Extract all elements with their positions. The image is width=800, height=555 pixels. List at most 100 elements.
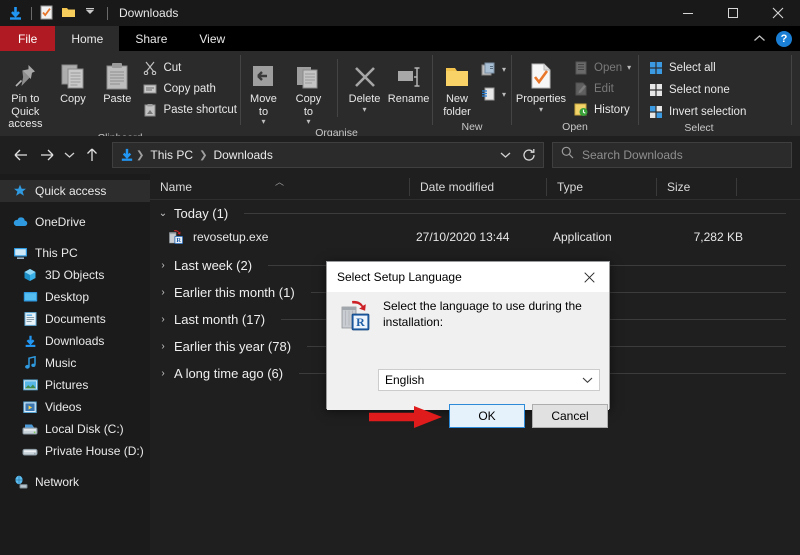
easy-access-chevron-down-icon[interactable]: ▾ <box>502 90 506 99</box>
new-folder-icon[interactable] <box>61 5 78 22</box>
sidebar-item-downloads[interactable]: Downloads <box>0 330 150 352</box>
ok-button[interactable]: OK <box>449 404 525 428</box>
close-button[interactable] <box>755 0 800 26</box>
pin-to-quick-access-button[interactable]: Pin to Quick access <box>0 55 51 131</box>
sidebar-label-this-pc: This PC <box>35 246 78 260</box>
address-history-chevron-down-icon[interactable] <box>493 143 517 167</box>
group-label-earlier-this-year: Earlier this year (78) <box>174 338 292 354</box>
delete-button[interactable]: Delete ▾ <box>344 55 385 114</box>
table-row[interactable]: R revosetup.exe 27/10/2020 13:44 Applica… <box>150 226 800 248</box>
chevron-right-icon[interactable]: › <box>158 260 168 271</box>
edit-button[interactable]: Edit <box>570 79 634 98</box>
paste-shortcut-button[interactable]: Paste shortcut <box>139 100 240 119</box>
ribbon-inner-divider <box>336 59 338 117</box>
tab-view[interactable]: View <box>183 26 241 51</box>
rename-button[interactable]: Rename <box>385 55 432 106</box>
dialog-close-button[interactable] <box>569 263 609 292</box>
new-folder-button[interactable]: New folder <box>433 55 481 118</box>
move-to-button[interactable]: Move to ▾ <box>241 55 286 126</box>
easy-access-button[interactable]: ▾ <box>481 85 506 104</box>
search-box[interactable]: Search Downloads <box>552 142 792 168</box>
chevron-down-icon[interactable]: ⌄ <box>158 208 168 219</box>
open-chevron-down-icon[interactable]: ▾ <box>627 63 631 72</box>
column-header-size[interactable]: Size <box>657 174 737 200</box>
tab-file[interactable]: File <box>0 26 56 51</box>
sidebar-item-desktop[interactable]: Desktop <box>0 286 150 308</box>
paste-shortcut-icon <box>142 102 158 118</box>
back-button[interactable] <box>8 142 34 168</box>
chevron-right-icon[interactable]: › <box>158 368 168 379</box>
select-all-button[interactable]: Select all <box>645 58 749 77</box>
search-icon <box>561 146 574 164</box>
properties-chevron-down-icon[interactable]: ▾ <box>539 105 543 114</box>
refresh-icon[interactable] <box>517 143 541 167</box>
sidebar-item-documents[interactable]: Documents <box>0 308 150 330</box>
customize-chevron-icon[interactable] <box>83 5 100 22</box>
sidebar-label-videos: Videos <box>45 400 82 414</box>
sidebar-item-music[interactable]: Music <box>0 352 150 374</box>
new-item-button[interactable]: ▾ <box>481 60 506 79</box>
sidebar-item-local-disk-c[interactable]: Local Disk (C:) <box>0 418 150 440</box>
edit-label: Edit <box>594 82 614 95</box>
tab-share[interactable]: Share <box>119 26 183 51</box>
search-input[interactable]: Search Downloads <box>582 148 683 162</box>
delete-chevron-down-icon[interactable]: ▾ <box>363 105 367 114</box>
sidebar-item-this-pc[interactable]: This PC <box>0 242 150 264</box>
copy-to-chevron-down-icon[interactable]: ▾ <box>306 118 310 126</box>
breadcrumb-downloads[interactable]: Downloads <box>208 148 277 162</box>
dialog-title-bar: Select Setup Language <box>327 262 609 292</box>
dialog-message: Select the language to use during the in… <box>383 299 582 329</box>
sidebar-item-pictures[interactable]: Pictures <box>0 374 150 396</box>
address-bar[interactable]: ❯ This PC ❯ Downloads <box>112 142 544 168</box>
download-icon[interactable] <box>7 5 24 22</box>
column-header-date-modified[interactable]: Date modified <box>410 174 547 200</box>
chevron-right-icon[interactable]: › <box>158 287 168 298</box>
copy-to-button[interactable]: Copy to ▾ <box>286 55 331 126</box>
move-to-chevron-down-icon[interactable]: ▾ <box>261 118 265 126</box>
language-select[interactable]: English <box>378 369 600 391</box>
paste-label: Paste <box>103 93 132 105</box>
maximize-button[interactable] <box>710 0 755 26</box>
up-button[interactable] <box>79 142 105 168</box>
open-button[interactable]: Open ▾ <box>570 58 634 77</box>
open-small-buttons: Open ▾ Edit History <box>570 55 634 119</box>
delete-x-icon <box>352 58 378 90</box>
chevron-right-icon[interactable]: › <box>158 314 168 325</box>
collapse-ribbon-icon[interactable] <box>753 30 766 48</box>
select-none-button[interactable]: Select none <box>645 80 749 99</box>
chevron-right-icon[interactable]: › <box>158 341 168 352</box>
cancel-button[interactable]: Cancel <box>532 404 608 428</box>
history-button[interactable]: History <box>570 100 634 119</box>
sidebar-item-private-house-d[interactable]: Private House (D:) <box>0 440 150 462</box>
sidebar-item-quick-access[interactable]: Quick access <box>0 180 150 202</box>
breadcrumb-this-pc[interactable]: This PC <box>145 148 198 162</box>
minimize-button[interactable] <box>665 0 710 26</box>
paste-button[interactable]: Paste <box>95 55 139 106</box>
cut-button[interactable]: Cut <box>139 58 240 77</box>
recent-locations-button[interactable] <box>60 142 79 168</box>
help-icon[interactable]: ? <box>776 30 792 47</box>
select-small-buttons: Select all Select none Invert selection <box>639 55 749 121</box>
properties-button[interactable]: Properties ▾ <box>512 55 570 114</box>
group-header-today[interactable]: ⌄ Today (1) <box>150 200 800 226</box>
forward-button[interactable] <box>34 142 60 168</box>
column-header-type[interactable]: Type <box>547 174 657 200</box>
sidebar-item-videos[interactable]: Videos <box>0 396 150 418</box>
file-explorer-window: Downloads File Home Share View ? Pin to … <box>0 0 800 555</box>
svg-text:R: R <box>356 315 365 329</box>
column-header-name[interactable]: Name ︿ <box>150 174 410 200</box>
sidebar-label-downloads: Downloads <box>45 334 105 348</box>
sidebar-item-network[interactable]: Network <box>0 471 150 493</box>
sidebar-item-onedrive[interactable]: OneDrive <box>0 211 150 233</box>
tab-home[interactable]: Home <box>55 26 120 51</box>
copy-button[interactable]: Copy <box>51 55 95 106</box>
new-item-chevron-down-icon[interactable]: ▾ <box>502 65 506 74</box>
column-divider-4[interactable] <box>736 177 737 196</box>
copy-path-button[interactable]: Copy path <box>139 79 240 98</box>
sidebar-label-local-disk-c: Local Disk (C:) <box>45 422 124 436</box>
invert-selection-button[interactable]: Invert selection <box>645 102 749 121</box>
sidebar-item-3d-objects[interactable]: 3D Objects <box>0 264 150 286</box>
properties-checklist-icon[interactable] <box>39 5 56 22</box>
chevron-down-icon[interactable] <box>582 371 593 389</box>
